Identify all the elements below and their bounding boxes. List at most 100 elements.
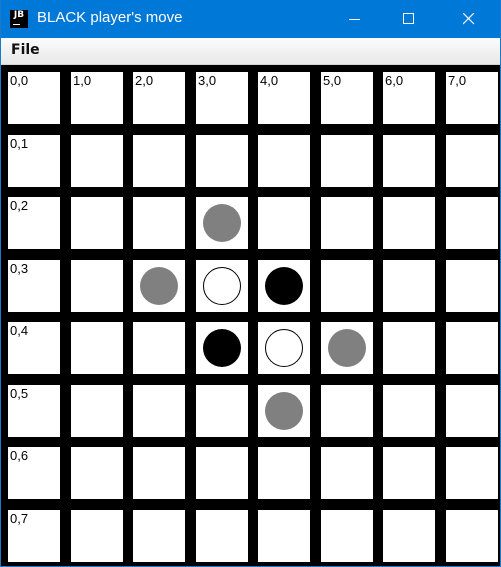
board-cell-7-5[interactable] bbox=[446, 385, 498, 437]
board-cell-2-7[interactable] bbox=[133, 510, 185, 562]
board-cell-4-1[interactable] bbox=[258, 135, 310, 187]
cell-label: 4,0 bbox=[260, 73, 279, 88]
board-cell-5-6[interactable] bbox=[321, 447, 373, 499]
board-cell-7-3[interactable] bbox=[446, 260, 498, 312]
maximize-button[interactable] bbox=[386, 0, 432, 38]
board-cell-3-2[interactable] bbox=[196, 197, 248, 249]
board-cell-0-2[interactable]: 0,2 bbox=[8, 197, 60, 249]
cell-label: 0,7 bbox=[10, 511, 29, 526]
app-logo-icon: JB bbox=[10, 10, 28, 28]
cell-label: 2,0 bbox=[135, 73, 154, 88]
board-cell-0-7[interactable]: 0,7 bbox=[8, 510, 60, 562]
cell-label: 0,3 bbox=[10, 261, 29, 276]
board-cell-1-7[interactable] bbox=[71, 510, 123, 562]
board-cell-2-5[interactable] bbox=[133, 385, 185, 437]
board-cell-2-2[interactable] bbox=[133, 197, 185, 249]
cell-label: 0,1 bbox=[10, 136, 29, 151]
cell-label: 0,4 bbox=[10, 323, 29, 338]
board-cell-7-0[interactable]: 7,0 bbox=[446, 72, 498, 124]
board-cell-0-1[interactable]: 0,1 bbox=[8, 135, 60, 187]
game-board: 0,0 1,0 2,0 3,0 4,0 5,0 6,0 7,0 0,1 0,2 0,3 0,4 0,5 0… bbox=[1, 65, 500, 566]
board-cell-4-7[interactable] bbox=[258, 510, 310, 562]
board-cell-5-1[interactable] bbox=[321, 135, 373, 187]
cell-label: 0,6 bbox=[10, 448, 29, 463]
board-cell-7-4[interactable] bbox=[446, 322, 498, 374]
board-cell-5-2[interactable] bbox=[321, 197, 373, 249]
board-cell-3-3[interactable] bbox=[196, 260, 248, 312]
board-cell-3-6[interactable] bbox=[196, 447, 248, 499]
board-cell-4-5[interactable] bbox=[258, 385, 310, 437]
board-cell-7-2[interactable] bbox=[446, 197, 498, 249]
cell-label: 0,5 bbox=[10, 386, 29, 401]
board-cell-2-1[interactable] bbox=[133, 135, 185, 187]
board-cell-7-7[interactable] bbox=[446, 510, 498, 562]
title-bar[interactable]: JB BLACK player's move bbox=[1, 0, 500, 38]
board-cell-1-5[interactable] bbox=[71, 385, 123, 437]
valid-move-marker bbox=[328, 329, 366, 367]
board-cell-5-7[interactable] bbox=[321, 510, 373, 562]
board-cell-2-3[interactable] bbox=[133, 260, 185, 312]
minimize-button[interactable] bbox=[332, 0, 378, 38]
board-cell-0-6[interactable]: 0,6 bbox=[8, 447, 60, 499]
maximize-icon bbox=[403, 13, 414, 24]
board-cell-0-5[interactable]: 0,5 bbox=[8, 385, 60, 437]
board-cell-6-6[interactable] bbox=[383, 447, 435, 499]
board-cell-5-5[interactable] bbox=[321, 385, 373, 437]
board-cell-6-3[interactable] bbox=[383, 260, 435, 312]
board-cell-6-0[interactable]: 6,0 bbox=[383, 72, 435, 124]
window-title: BLACK player's move bbox=[37, 9, 183, 26]
board-cell-1-4[interactable] bbox=[71, 322, 123, 374]
board-cell-6-5[interactable] bbox=[383, 385, 435, 437]
board-cell-3-4[interactable] bbox=[196, 322, 248, 374]
board-cell-1-0[interactable]: 1,0 bbox=[71, 72, 123, 124]
board-cell-2-0[interactable]: 2,0 bbox=[133, 72, 185, 124]
board-cell-1-3[interactable] bbox=[71, 260, 123, 312]
board-cell-6-4[interactable] bbox=[383, 322, 435, 374]
board-cell-1-6[interactable] bbox=[71, 447, 123, 499]
board-cell-2-6[interactable] bbox=[133, 447, 185, 499]
cell-label: 0,2 bbox=[10, 198, 29, 213]
valid-move-marker bbox=[140, 267, 178, 305]
menu-file[interactable]: File bbox=[11, 42, 40, 58]
board-cell-0-0[interactable]: 0,0 bbox=[8, 72, 60, 124]
white-piece bbox=[265, 329, 303, 367]
board-cell-1-1[interactable] bbox=[71, 135, 123, 187]
board-cell-6-1[interactable] bbox=[383, 135, 435, 187]
board-cell-4-3[interactable] bbox=[258, 260, 310, 312]
board-cell-5-3[interactable] bbox=[321, 260, 373, 312]
board-cell-4-0[interactable]: 4,0 bbox=[258, 72, 310, 124]
cell-label: 0,0 bbox=[10, 73, 29, 88]
valid-move-marker bbox=[203, 204, 241, 242]
close-icon bbox=[463, 13, 475, 25]
valid-move-marker bbox=[265, 392, 303, 430]
app-window: JB BLACK player's move File 0,0 1,0 2,0 3,0… bbox=[0, 0, 501, 567]
cell-label: 7,0 bbox=[448, 73, 467, 88]
cell-label: 3,0 bbox=[198, 73, 217, 88]
board-cell-0-3[interactable]: 0,3 bbox=[8, 260, 60, 312]
board-cell-4-4[interactable] bbox=[258, 322, 310, 374]
board-cell-6-2[interactable] bbox=[383, 197, 435, 249]
board-cell-5-0[interactable]: 5,0 bbox=[321, 72, 373, 124]
board-cell-7-6[interactable] bbox=[446, 447, 498, 499]
black-piece bbox=[265, 267, 303, 305]
board-cell-3-5[interactable] bbox=[196, 385, 248, 437]
black-piece bbox=[203, 329, 241, 367]
board-cell-1-2[interactable] bbox=[71, 197, 123, 249]
board-cell-3-7[interactable] bbox=[196, 510, 248, 562]
cell-label: 1,0 bbox=[73, 73, 92, 88]
board-cell-4-6[interactable] bbox=[258, 447, 310, 499]
board-cell-2-4[interactable] bbox=[133, 322, 185, 374]
board-cell-4-2[interactable] bbox=[258, 197, 310, 249]
board-cell-0-4[interactable]: 0,4 bbox=[8, 322, 60, 374]
cell-label: 5,0 bbox=[323, 73, 342, 88]
board-cell-5-4[interactable] bbox=[321, 322, 373, 374]
cell-label: 6,0 bbox=[385, 73, 404, 88]
minimize-icon bbox=[349, 19, 360, 20]
board-cell-3-1[interactable] bbox=[196, 135, 248, 187]
close-button[interactable] bbox=[446, 0, 492, 38]
board-cell-3-0[interactable]: 3,0 bbox=[196, 72, 248, 124]
menu-bar: File bbox=[1, 38, 500, 65]
white-piece bbox=[203, 267, 241, 305]
board-cell-6-7[interactable] bbox=[383, 510, 435, 562]
board-cell-7-1[interactable] bbox=[446, 135, 498, 187]
